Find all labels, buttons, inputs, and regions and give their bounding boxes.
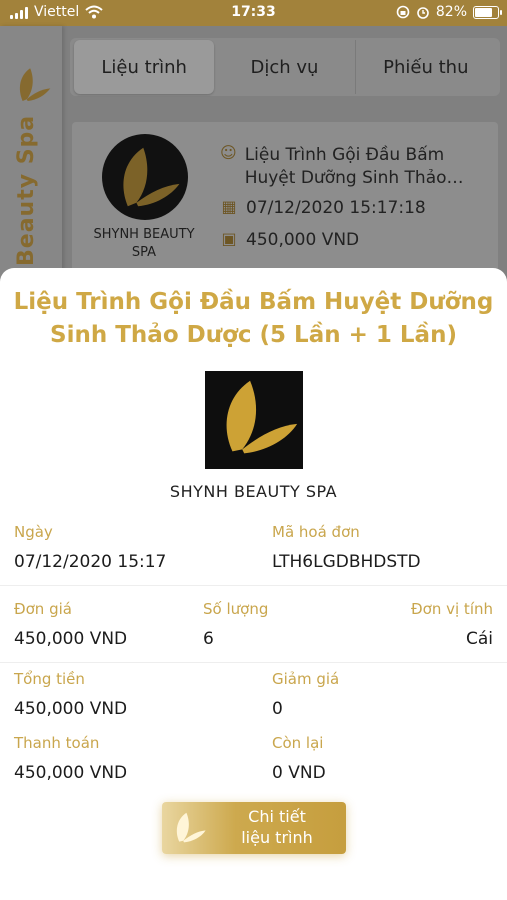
discount-label: Giảm giá: [272, 670, 340, 688]
tab-bar: Liệu trình Dịch vụ Phiếu thu: [70, 38, 500, 96]
detail-button-line2: liệu trình: [241, 828, 313, 847]
quantity-field: Số lượng 6: [203, 599, 268, 650]
card-price-row: ▣ 450,000 VND: [220, 229, 360, 251]
invoice-field: Mã hoá đơn LTH6LGDBHDSTD: [272, 522, 421, 573]
date-field: Ngày 07/12/2020 15:17: [14, 522, 166, 573]
discount-field: Giảm giá 0: [272, 669, 339, 720]
divider: [0, 662, 507, 663]
battery-fill: [475, 7, 492, 17]
invoice-value: LTH6LGDBHDSTD: [272, 552, 421, 572]
card-date: 07/12/2020 15:17:18: [246, 198, 426, 218]
status-right: 82%: [396, 4, 502, 20]
total-field: Tổng tiền 450,000 VND: [14, 669, 127, 720]
unit-price-field: Đơn giá 450,000 VND: [14, 599, 127, 650]
unit-value: Cái: [465, 629, 493, 649]
discount-value: 0: [272, 699, 283, 719]
treatment-card[interactable]: SHYNH BEAUTY SPA ☺ Liệu Trình Gội Đầu Bấ…: [72, 122, 498, 282]
rail-brand-text: Beauty Spa: [14, 114, 39, 266]
card-price: 450,000 VND: [246, 230, 360, 250]
paid-value: 450,000 VND: [14, 763, 128, 783]
lock-rotation-icon: [396, 5, 410, 19]
date-label: Ngày: [14, 523, 53, 541]
card-brand: SHYNH BEAUTY SPA: [93, 227, 195, 260]
remaining-field: Còn lại 0 VND: [272, 733, 326, 784]
remaining-value: 0 VND: [272, 763, 326, 783]
paid-label: Thanh toán: [14, 734, 100, 752]
brand-logo: [205, 371, 303, 469]
tab-phieu-thu[interactable]: Phiếu thu: [356, 40, 496, 94]
paid-field: Thanh toán 450,000 VND: [14, 733, 127, 784]
card-title: Liệu Trình Gội Đầu Bấm Huyệt Dưỡng Sinh …: [244, 145, 464, 188]
unit-price-value: 450,000 VND: [14, 629, 128, 649]
tab-lieu-trinh[interactable]: Liệu trình: [74, 40, 215, 94]
battery-icon: [473, 5, 502, 19]
total-label: Tổng tiền: [14, 670, 85, 688]
unit-label: Đơn vị tính: [411, 600, 493, 618]
date-value: 07/12/2020 15:17: [14, 552, 167, 572]
total-value: 450,000 VND: [14, 699, 128, 719]
cash-icon: ▣: [221, 229, 237, 248]
butterfly-logo-icon: [226, 380, 298, 454]
card-title-row: ☺ Liệu Trình Gội Đầu Bấm Huyệt Dưỡng Sin…: [220, 144, 490, 190]
butterfly-logo-icon: [176, 812, 206, 843]
card-logo: [102, 134, 188, 220]
unit-field: Đơn vị tính Cái: [411, 599, 493, 650]
status-bar: Viettel 17:33 82%: [0, 0, 507, 26]
unit-price-label: Đơn giá: [14, 600, 72, 618]
card-date-row: ▦ 07/12/2020 15:17:18: [220, 197, 426, 219]
invoice-sheet: Liệu Trình Gội Đầu Bấm Huyệt Dưỡng Sinh …: [0, 268, 507, 900]
butterfly-logo-icon: [123, 147, 180, 207]
calendar-icon: ▦: [221, 197, 237, 216]
sheet-title: Liệu Trình Gội Đầu Bấm Huyệt Dưỡng Sinh …: [13, 289, 494, 348]
tab-dich-vu[interactable]: Dịch vụ: [214, 40, 356, 94]
alarm-icon: [417, 7, 429, 19]
quantity-value: 6: [203, 629, 214, 649]
customer-icon: ☺: [220, 143, 237, 162]
divider: [0, 585, 507, 586]
sheet-brand: SHYNH BEAUTY SPA: [169, 482, 338, 501]
invoice-label: Mã hoá đơn: [272, 523, 360, 541]
quantity-label: Số lượng: [203, 600, 269, 618]
butterfly-logo-icon: [19, 68, 51, 101]
battery-percent: 82%: [435, 4, 467, 20]
detail-button-line1: Chi tiết: [248, 807, 306, 826]
treatment-detail-button[interactable]: Chi tiết liệu trình: [162, 802, 346, 854]
detail-button-label: Chi tiết liệu trình: [212, 806, 342, 848]
remaining-label: Còn lại: [272, 734, 324, 752]
